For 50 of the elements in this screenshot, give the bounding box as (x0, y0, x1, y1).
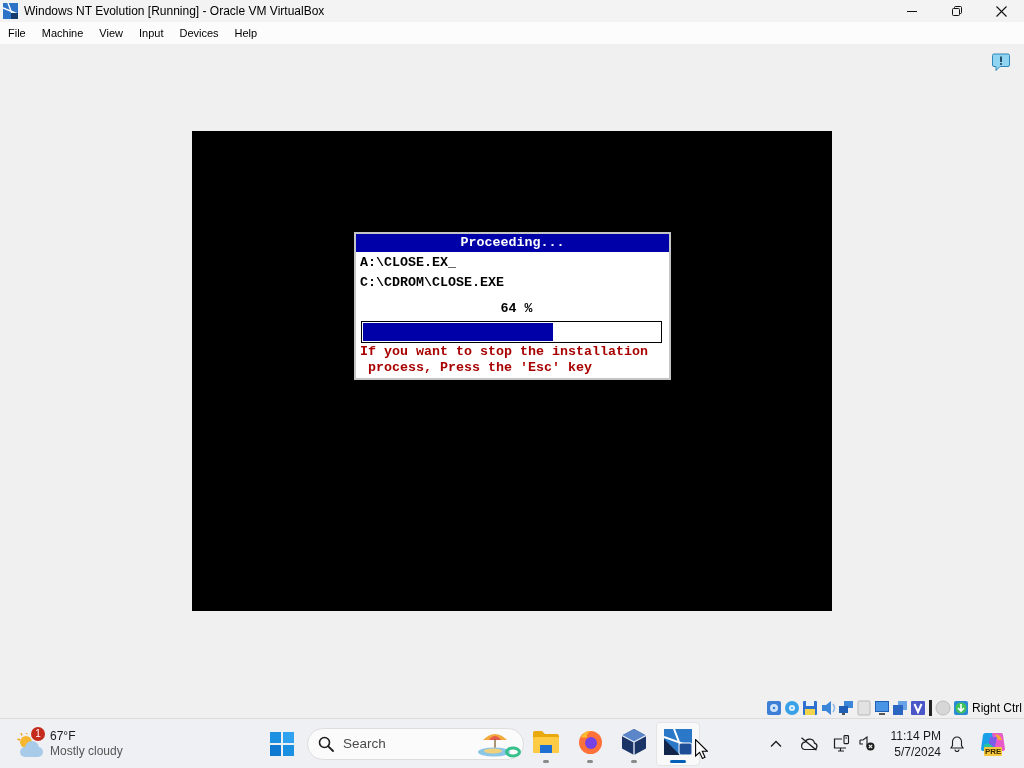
temperature-label: 67°F (50, 728, 77, 744)
menu-item[interactable]: Input (130, 23, 172, 43)
host-key-label: Right Ctrl (972, 701, 1022, 715)
speaker-icon[interactable] (820, 700, 836, 716)
vm-window-icon (3, 3, 18, 19)
indicator-icon (587, 759, 593, 763)
flame-globe-icon (577, 728, 603, 755)
bar-icon[interactable] (928, 700, 933, 716)
indicator-icon (631, 759, 637, 763)
network-monitor-icon[interactable] (833, 735, 850, 752)
notification-badge: 1 (31, 726, 45, 741)
dialog-title: Proceeding... (356, 234, 669, 252)
close-icon (996, 5, 1007, 17)
chevron-tile-icon[interactable] (910, 700, 926, 716)
taskbar-button[interactable] (656, 721, 700, 766)
search-icon (318, 735, 334, 752)
indicator-icon (670, 759, 686, 763)
destination-path: C:\CDROM\CLOSE.EXE (360, 275, 505, 292)
window-title: Windows NT Evolution [Running] - Oracle VM VirtualBox (24, 4, 326, 18)
tile-icon (664, 728, 692, 755)
muted-speaker-icon[interactable] (859, 736, 875, 751)
arrow-down-icon[interactable] (953, 700, 969, 716)
cancel-hint: If you want to stop the installation process, Press the 'Esc' key (360, 344, 649, 376)
menu-item[interactable]: View (91, 23, 131, 43)
progress-percent: 64 % (499, 301, 534, 317)
stacked-windows-icon[interactable] (892, 700, 908, 716)
chevron-up-icon (770, 740, 782, 747)
network-icon[interactable] (838, 700, 854, 716)
menu-item[interactable]: Help (226, 23, 266, 43)
source-path: A:\CLOSE.EX_ (360, 255, 457, 272)
menu-item[interactable]: Devices (171, 23, 227, 43)
cloud-slash-icon[interactable] (800, 736, 818, 751)
monitor-icon[interactable] (874, 700, 890, 716)
clock-button[interactable]: 11:14 PM 5/7/2024 (887, 727, 941, 760)
menu-item[interactable]: Machine (33, 23, 92, 43)
alert-bubble-icon[interactable] (992, 53, 1010, 71)
bell-icon[interactable] (950, 735, 964, 752)
minimize-icon (906, 10, 917, 12)
weather-condition: Mostly cloudy (50, 743, 123, 759)
search-field[interactable]: Search (307, 727, 524, 760)
grid-icon (270, 731, 294, 756)
restore-icon (951, 6, 962, 16)
mouse-pointer-icon (695, 739, 708, 759)
preview-badge: PRE (984, 746, 1003, 756)
swirl-icon[interactable] (981, 730, 1005, 753)
floppy-icon[interactable] (802, 700, 818, 716)
cube-icon (622, 728, 646, 755)
indicator-icon (543, 759, 549, 763)
menu-item[interactable]: File (0, 23, 34, 43)
folder-icon (533, 728, 559, 755)
